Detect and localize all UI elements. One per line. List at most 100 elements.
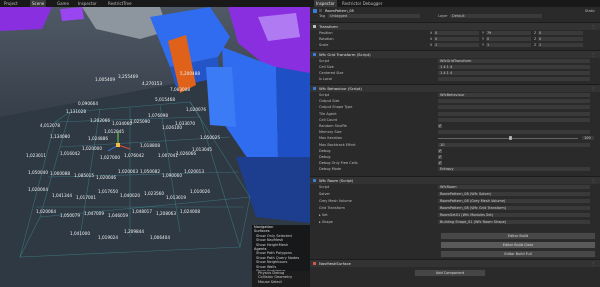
- transform-icon: [313, 25, 316, 28]
- property-value[interactable]: RoomSet01 (Wfc Modules Set): [438, 213, 590, 217]
- active-checkbox[interactable]: [319, 9, 322, 12]
- wfc-room-header[interactable]: Wfc Room (Script) ⋮: [310, 176, 600, 184]
- transform-y-field[interactable]: 79: [486, 31, 531, 35]
- transform-z-field[interactable]: 0: [538, 31, 583, 35]
- tab-project[interactable]: Project: [2, 0, 20, 7]
- cell-entropy-label: 1,208063: [156, 211, 176, 216]
- property-label: Debug: [319, 148, 331, 153]
- transform-z-field[interactable]: 0: [538, 37, 583, 41]
- property-value[interactable]: Building Shape_01 (Wfc Room Shape): [438, 220, 590, 224]
- property-value[interactable]: 1 4 1 4: [438, 71, 590, 75]
- tag-label: Tag: [319, 14, 325, 18]
- transform-row: Scale X 1 Y 1 Z 1: [310, 42, 600, 48]
- navmesh-surface-header[interactable]: NavMeshSurface ⋮: [310, 259, 600, 267]
- tab-game[interactable]: Game: [55, 0, 71, 7]
- transform-y-field[interactable]: 0: [486, 37, 531, 41]
- property-label: Script: [319, 185, 330, 189]
- property-value[interactable]: [438, 130, 590, 135]
- property-label: ▸ Set: [319, 213, 328, 217]
- property-row: Script WfcRoom: [310, 184, 600, 190]
- building-block: [206, 67, 236, 127]
- editor-build-button[interactable]: Editor Build: [440, 232, 596, 240]
- editor-build-clear-button[interactable]: Editor Build Clear: [440, 241, 596, 249]
- tab-inspector[interactable]: Inspector: [314, 0, 337, 7]
- wfc-room-title: Wfc Room (Script): [319, 178, 354, 183]
- editor-build-full-button[interactable]: Editor Build Full: [440, 250, 596, 258]
- layer-dropdown[interactable]: Default: [450, 14, 542, 18]
- cell-entropy-label: 1,060088: [50, 171, 70, 176]
- scene-view[interactable]: 1,005409 3,255469 4,270153 5,015468 7,083008…: [0, 7, 310, 287]
- property-label: Cell Count: [319, 117, 338, 122]
- property-value[interactable]: RoomPattern_08 (Wfc Solver): [438, 192, 590, 196]
- property-slider-track[interactable]: [438, 137, 578, 139]
- property-value[interactable]: WfcRoom: [438, 185, 590, 189]
- property-value[interactable]: RoomPattern_08 (Grey Mesh Volume): [438, 199, 590, 203]
- property-row: Output Size: [310, 98, 600, 104]
- axis-label: X: [430, 43, 433, 47]
- transform-header[interactable]: Transform ⋮: [310, 22, 600, 30]
- transform-x-field[interactable]: 1: [434, 43, 479, 47]
- cell-entropy-label: 1,041344: [52, 193, 72, 198]
- property-value[interactable]: [438, 105, 590, 110]
- property-label: ▸ Shape: [319, 220, 333, 224]
- tab-scene[interactable]: Scene: [30, 0, 47, 7]
- tag-dropdown[interactable]: Untagged: [328, 14, 420, 18]
- tab-inspector-left[interactable]: Inspector: [76, 0, 99, 7]
- property-checkbox[interactable]: ✓: [438, 161, 442, 166]
- tab-restrictor-debugger[interactable]: Restrictor Debugger: [340, 0, 384, 7]
- gear-icon[interactable]: ⋮: [591, 23, 595, 30]
- cell-entropy-label: 1,202066: [90, 118, 110, 123]
- property-row: Max Iteration 100: [310, 135, 600, 141]
- wfc-behaviour-header[interactable]: Wfc Behaviour (Script) ⋮: [310, 84, 600, 92]
- property-value[interactable]: [438, 99, 590, 104]
- wfc-grid-header[interactable]: Wfc Grid Transform (Script) ⋮: [310, 50, 600, 58]
- property-row: Random Shuffle ✓: [310, 123, 600, 129]
- property-value[interactable]: 1 4 1 4: [438, 65, 590, 69]
- transform-y-field[interactable]: 1: [486, 43, 531, 47]
- add-component-button[interactable]: Add Component: [414, 269, 486, 277]
- property-row: Debug ✓: [310, 154, 600, 160]
- property-row: Debug Mode Entropy: [310, 166, 600, 172]
- property-checkbox[interactable]: ✓: [438, 155, 442, 159]
- cell-entropy-label: 1,020064: [36, 209, 56, 214]
- property-value[interactable]: RoomPattern_08 (Wfc Grid Transform): [438, 206, 590, 210]
- transform-x-field[interactable]: 0: [434, 37, 479, 41]
- cell-entropy-label: 4,270153: [142, 81, 162, 86]
- property-row: Debug Only Free Cells ✓: [310, 160, 600, 166]
- transform-z-field[interactable]: 1: [538, 43, 583, 47]
- property-value[interactable]: 100: [582, 136, 594, 141]
- transform-x-field[interactable]: 0: [434, 31, 479, 35]
- property-value[interactable]: 10: [438, 142, 590, 147]
- property-row: Tile Agent: [310, 111, 600, 117]
- property-checkbox[interactable]: ✓: [438, 148, 442, 153]
- gear-icon[interactable]: ⋮: [591, 51, 595, 58]
- navmesh-surface-title: NavMeshSurface: [319, 261, 351, 266]
- gear-icon[interactable]: ⋮: [591, 177, 595, 184]
- tab-restrict-tree[interactable]: RestrictTree: [106, 0, 134, 7]
- property-label: Output Size: [319, 99, 340, 104]
- building-block: [0, 7, 52, 31]
- nav-option[interactable]: Mouse Select: [252, 280, 310, 284]
- property-label: Is Local: [319, 77, 333, 81]
- cell-entropy-label: 1,020004: [28, 187, 48, 192]
- cell-entropy-label: 5,015468: [155, 97, 175, 102]
- property-row: Cell Count: [310, 117, 600, 123]
- gear-icon[interactable]: ⋮: [591, 85, 595, 92]
- cell-entropy-label: 1,076098: [148, 113, 168, 118]
- property-value[interactable]: WfcBehaviour: [438, 93, 590, 97]
- property-row: ▸ Set RoomSet01 (Wfc Modules Set): [310, 212, 600, 218]
- property-row: Max Backtrack Effort 10: [310, 142, 600, 148]
- property-label: Max Iteration: [319, 136, 343, 141]
- gear-icon[interactable]: ⋮: [591, 260, 595, 267]
- property-slider-handle[interactable]: [509, 136, 512, 141]
- property-checkbox[interactable]: ✓: [438, 124, 442, 128]
- property-value[interactable]: [438, 111, 590, 116]
- property-value[interactable]: [438, 77, 590, 81]
- property-row: Script WfcBehaviour: [310, 92, 600, 98]
- property-value[interactable]: [438, 117, 590, 122]
- property-value[interactable]: WfcGridTransform: [438, 59, 590, 63]
- property-value[interactable]: Entropy: [438, 167, 590, 172]
- cell-entropy-label: 1,027000: [100, 155, 120, 160]
- navmesh-icon: [313, 262, 316, 265]
- cell-entropy-label: 1,019024: [98, 235, 118, 240]
